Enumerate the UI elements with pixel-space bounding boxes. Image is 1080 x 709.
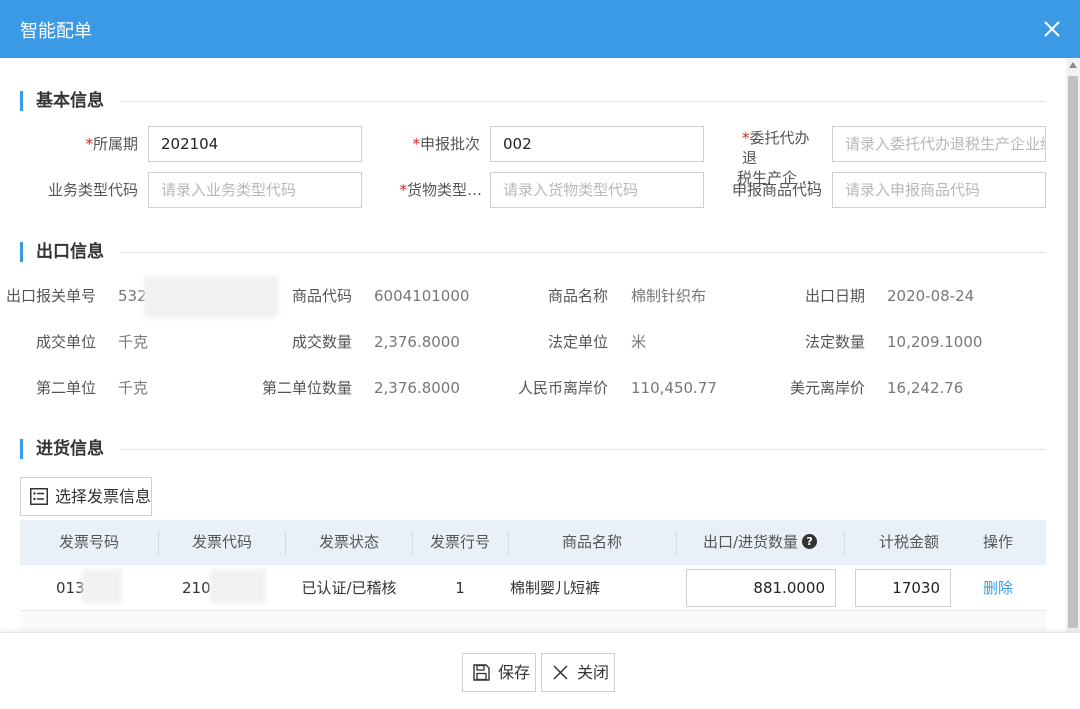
biztype-input[interactable]: 请录入业务类型代码: [148, 172, 362, 208]
usd-fob-label: 美元离岸价: [789, 379, 865, 397]
column-header: 操作: [982, 533, 1013, 551]
column-header: 商品名称: [561, 533, 622, 551]
save-button[interactable]: 保存: [462, 653, 536, 692]
goods-name-value: 棉制针织布: [631, 287, 707, 305]
export-date-label: 出口日期: [804, 287, 865, 305]
second-qty-value: 2,376.8000: [374, 379, 460, 397]
entrust-input[interactable]: 请录入委托代办退税生产企业纳: [832, 126, 1046, 162]
section-title-purchase: 进货信息: [20, 439, 104, 459]
invoice-no-cell: 013: [56, 579, 85, 597]
section-title-basic: 基本信息: [20, 91, 104, 111]
required-mark: *: [742, 129, 750, 147]
legal-unit-label: 法定单位: [547, 333, 608, 351]
quantity-column-header: 出口/进货数量?: [676, 520, 844, 565]
required-mark: *: [399, 181, 407, 199]
invoice-code-cell: 210: [182, 579, 211, 597]
scroll-up-icon[interactable]: [1069, 62, 1077, 68]
quantity-input[interactable]: 881.0000: [686, 569, 836, 607]
column-header: 计税金额: [878, 533, 939, 551]
dialog-title: 智能配单: [20, 21, 92, 42]
second-unit-label: 第二单位: [35, 379, 96, 397]
rmb-fob-value: 110,450.77: [631, 379, 717, 397]
save-label: 保存: [498, 663, 531, 682]
declare-goods-label: 申报商品代码: [731, 181, 822, 199]
select-invoice-label: 选择发票信息: [55, 487, 152, 506]
delete-link[interactable]: 删除: [974, 565, 1022, 611]
second-unit-value: 千克: [118, 379, 149, 397]
section-divider: [120, 449, 1046, 450]
column-header: 发票代码: [191, 533, 252, 551]
period-input[interactable]: 202104: [148, 126, 362, 162]
deal-unit-value: 千克: [118, 333, 149, 351]
dialog-titlebar: 智能配单: [0, 0, 1080, 58]
legal-unit-value: 米: [631, 333, 647, 351]
column-header: 发票状态: [318, 533, 379, 551]
goods-code-value: 6004101000: [374, 287, 470, 305]
dialog-footer: 保存 关闭: [0, 632, 1080, 709]
invoice-status-cell: 已认证/已稽核: [301, 579, 397, 597]
customs-no-label: 出口报关单号: [5, 287, 96, 305]
vertical-scrollbar[interactable]: [1066, 58, 1080, 632]
goods-name-label: 商品名称: [547, 287, 608, 305]
section-divider: [120, 101, 1046, 102]
checklist-icon: [30, 488, 48, 505]
smart-matching-dialog: 智能配单 基本信息 *所属期 202104 *申报批次 002 *委托代办退 税…: [0, 0, 1080, 709]
deal-qty-label: 成交数量: [291, 333, 352, 351]
table-row: 013 210 已认证/已稽核 1 棉制婴儿短裤 881.0000 17030 …: [20, 565, 1046, 611]
legal-qty-label: 法定数量: [804, 333, 865, 351]
batch-label: *申报批次: [412, 135, 480, 153]
rmb-fob-label: 人民币离岸价: [517, 379, 608, 397]
goodstype-label: *货物类型…: [399, 181, 482, 199]
scroll-thumb[interactable]: [1068, 76, 1078, 628]
invoice-line-cell: 1: [455, 579, 465, 597]
section-title-export: 出口信息: [20, 242, 104, 262]
required-mark: *: [85, 135, 93, 153]
column-header: 发票号码: [58, 533, 119, 551]
redacted-block: [82, 569, 122, 603]
redacted-block: [210, 569, 266, 603]
legal-qty-value: 10,209.1000: [887, 333, 983, 351]
second-qty-label: 第二单位数量: [261, 379, 352, 397]
batch-input[interactable]: 002: [490, 126, 704, 162]
close-label: 关闭: [577, 663, 610, 682]
deal-qty-value: 2,376.8000: [374, 333, 460, 351]
save-icon: [473, 664, 490, 681]
declare-goods-input[interactable]: 请录入申报商品代码: [832, 172, 1046, 208]
entrust-label: *委托代办退 税生产企 …: [737, 129, 817, 187]
goods-name-cell: 棉制婴儿短裤: [510, 579, 601, 597]
column-header: 发票行号: [429, 533, 490, 551]
select-invoice-button[interactable]: 选择发票信息: [20, 477, 152, 516]
dialog-body: 基本信息 *所属期 202104 *申报批次 002 *委托代办退 税生产企 ……: [0, 58, 1066, 632]
deal-unit-label: 成交单位: [35, 333, 96, 351]
customs-no-value: 532: [118, 287, 147, 305]
table-empty-area: [20, 611, 1046, 632]
required-mark: *: [412, 135, 420, 153]
period-label: *所属期: [85, 135, 138, 153]
goodstype-input[interactable]: 请录入货物类型代码: [490, 172, 704, 208]
tax-amount-input[interactable]: 17030: [855, 569, 951, 607]
help-icon[interactable]: ?: [802, 533, 818, 549]
usd-fob-value: 16,242.76: [887, 379, 964, 397]
close-icon: [553, 665, 568, 680]
close-icon[interactable]: [1040, 17, 1064, 41]
section-divider: [120, 252, 1046, 253]
export-date-value: 2020-08-24: [887, 287, 975, 305]
goods-code-label: 商品代码: [291, 287, 352, 305]
close-button[interactable]: 关闭: [541, 653, 615, 692]
biztype-label: 业务类型代码: [47, 181, 138, 199]
invoice-table-header: 发票号码 发票代码 发票状态 发票行号 商品名称 出口/进货数量? 计税金额 操…: [20, 520, 1046, 565]
